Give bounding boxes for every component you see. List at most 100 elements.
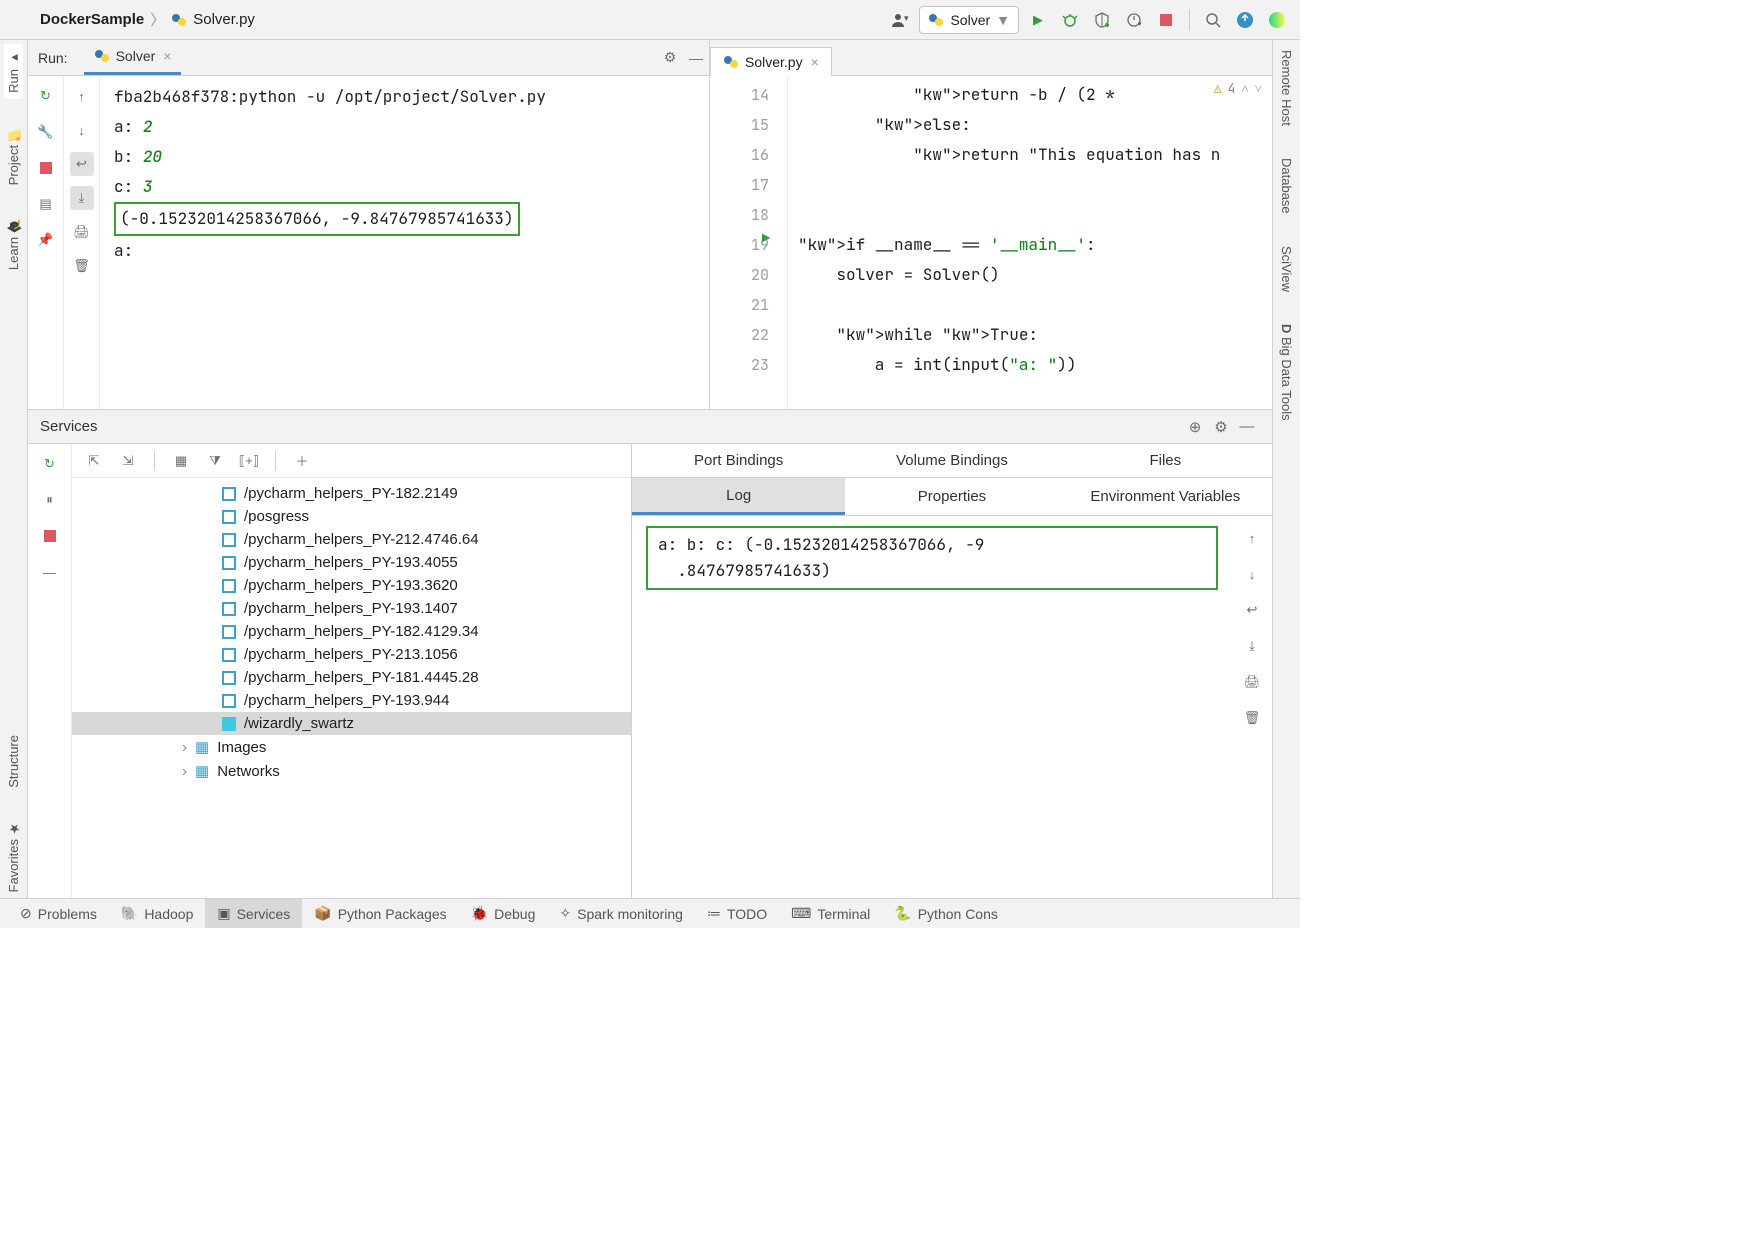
run-gutter-icon[interactable]: ▶ [762, 230, 770, 248]
wrap-icon[interactable]: ↩ [70, 152, 94, 176]
tab-volume-bindings[interactable]: Volume Bindings [845, 444, 1058, 477]
tree-container-item[interactable]: /pycharm_helpers_PY-193.3620 [72, 574, 631, 597]
tree-container-item[interactable]: /pycharm_helpers_PY-213.1056 [72, 643, 631, 666]
bottom-tab-python-packages[interactable]: 📦Python Packages [302, 899, 458, 928]
chevron-up-icon[interactable]: ˄ [1241, 80, 1248, 97]
trash-icon[interactable]: 🗑 [1240, 706, 1264, 730]
ide-icon[interactable] [1264, 7, 1290, 33]
down-icon[interactable]: ↓ [1240, 562, 1264, 586]
pin-icon[interactable]: 📌 [34, 228, 58, 252]
gear-icon[interactable]: ⚙ [1208, 414, 1234, 440]
tree-container-item[interactable]: /pycharm_helpers_PY-182.4129.34 [72, 620, 631, 643]
container-icon [222, 625, 236, 639]
trash-icon[interactable]: 🗑 [70, 254, 94, 278]
stop-icon[interactable] [34, 156, 58, 180]
bottom-tab-todo[interactable]: ≔TODO [695, 899, 779, 928]
tree-container-item[interactable]: /pycharm_helpers_PY-182.2149 [72, 482, 631, 505]
grid-icon[interactable]: ▦ [169, 449, 193, 473]
dropdown-icon: ▼ [996, 12, 1010, 28]
tree-category-item[interactable]: ›▦Networks [72, 759, 631, 783]
profile-button[interactable]: ▾ [1121, 7, 1147, 33]
chevron-down-icon[interactable]: ˅ [1255, 80, 1262, 97]
minimize-icon[interactable]: — [683, 45, 709, 71]
update-icon[interactable] [1232, 7, 1258, 33]
search-icon[interactable] [1200, 7, 1226, 33]
expand-icon[interactable]: ⇱ [82, 449, 106, 473]
console-output[interactable]: fba2b468f378:python -u /opt/project/Solv… [100, 76, 709, 409]
bottom-tab-spark-monitoring[interactable]: ✧Spark monitoring [547, 899, 695, 928]
bottom-tab-services[interactable]: ▣Services [205, 899, 302, 928]
stop-icon[interactable] [38, 524, 62, 548]
rerun-icon[interactable]: ↻ [34, 84, 58, 108]
down-icon[interactable]: ↓ [70, 118, 94, 142]
tab-env-vars[interactable]: Environment Variables [1059, 478, 1272, 515]
up-icon[interactable]: ↑ [1240, 526, 1264, 550]
minus-icon[interactable]: — [38, 560, 62, 584]
tree-category-item[interactable]: ›▦Images [72, 735, 631, 759]
minimize-icon[interactable]: — [1234, 414, 1260, 440]
tab-properties[interactable]: Properties [845, 478, 1058, 515]
side-tab-project[interactable]: Project📁 [4, 119, 23, 191]
side-tab-sciview[interactable]: SciView [1277, 240, 1296, 298]
layout-icon[interactable]: ▤ [34, 192, 58, 216]
bottom-tab-problems[interactable]: ⊘Problems [8, 899, 109, 928]
pause-icon[interactable]: ⏸ [38, 488, 62, 512]
tab-files[interactable]: Files [1059, 444, 1272, 477]
code-area[interactable]: "kw">return -b / (2 * "kw">else: "kw">re… [788, 76, 1272, 409]
print-icon[interactable]: 🖨 [1240, 670, 1264, 694]
tree-container-item[interactable]: /pycharm_helpers_PY-193.4055 [72, 551, 631, 574]
close-icon[interactable]: × [811, 54, 819, 70]
run-config-selector[interactable]: Solver ▼ [919, 6, 1019, 34]
tree-container-item[interactable]: /posgress [72, 505, 631, 528]
add-icon[interactable]: ＋ [290, 449, 314, 473]
tree-container-item[interactable]: /pycharm_helpers_PY-212.4746.64 [72, 528, 631, 551]
side-tab-learn[interactable]: Learn🎓 [4, 211, 23, 276]
target-icon[interactable]: ⊕ [1182, 414, 1208, 440]
services-tree[interactable]: /pycharm_helpers_PY-182.2149/posgress/py… [72, 478, 631, 898]
side-tab-remote-host[interactable]: Remote Host [1277, 44, 1296, 132]
tree-container-item[interactable]: /wizardly_swartz [72, 712, 631, 735]
tab-port-bindings[interactable]: Port Bindings [632, 444, 845, 477]
wrench-icon[interactable]: 🔧 [34, 120, 58, 144]
group-icon[interactable]: ⟦+⟧ [237, 449, 261, 473]
services-header: Services ⊕ ⚙ — [28, 410, 1272, 444]
console-line: c: 3 [114, 172, 695, 202]
up-icon[interactable]: ↑ [70, 84, 94, 108]
add-user-icon[interactable]: ▾ [887, 7, 913, 33]
bottom-tab-hadoop[interactable]: 🐘Hadoop [109, 899, 205, 928]
bottom-tab-python-cons[interactable]: 🐍Python Cons [882, 899, 1010, 928]
debug-button[interactable] [1057, 7, 1083, 33]
tree-container-item[interactable]: /pycharm_helpers_PY-193.944 [72, 689, 631, 712]
scroll-end-icon[interactable]: ⤓ [1240, 634, 1264, 658]
editor-tab[interactable]: Solver.py × [710, 47, 832, 76]
log-output[interactable]: a: b: c: (-0.15232014258367066, -9 .8476… [632, 516, 1232, 898]
editor-body[interactable]: 14151617181920212223 "kw">return -b / (2… [710, 76, 1272, 409]
scroll-end-icon[interactable]: ⤓ [70, 186, 94, 210]
editor: Solver.py × 14151617181920212223 "kw">re… [710, 40, 1272, 409]
tab-log[interactable]: Log [632, 478, 845, 515]
rerun-icon[interactable]: ↻ [38, 452, 62, 476]
collapse-icon[interactable]: ⇲ [116, 449, 140, 473]
wrap-icon[interactable]: ↩ [1240, 598, 1264, 622]
breadcrumb-project[interactable]: DockerSample [40, 11, 144, 28]
run-tab[interactable]: Solver × [84, 40, 182, 75]
tree-container-item[interactable]: /pycharm_helpers_PY-193.1407 [72, 597, 631, 620]
side-tab-big-data[interactable]: D Big Data Tools [1277, 318, 1296, 427]
side-tab-structure[interactable]: Structure [4, 729, 23, 794]
filter-icon[interactable]: ⧩ [203, 449, 227, 473]
tree-container-item[interactable]: /pycharm_helpers_PY-181.4445.28 [72, 666, 631, 689]
stop-button[interactable] [1153, 7, 1179, 33]
bottom-tab-terminal[interactable]: ⌨Terminal [779, 899, 882, 928]
gear-icon[interactable]: ⚙ [657, 45, 683, 71]
side-tab-favorites[interactable]: Favorites★ [4, 814, 23, 898]
print-icon[interactable]: 🖨 [70, 220, 94, 244]
coverage-button[interactable] [1089, 7, 1115, 33]
inspection-badges[interactable]: ⚠ 4 ˄ ˅ [1214, 80, 1262, 97]
svg-text:▾: ▾ [1138, 21, 1142, 28]
side-tab-database[interactable]: Database [1277, 152, 1296, 220]
bottom-tab-debug[interactable]: 🐞Debug [459, 899, 548, 928]
run-button[interactable]: ▶ [1025, 7, 1051, 33]
side-tab-run[interactable]: Run▸ [4, 44, 23, 99]
close-icon[interactable]: × [163, 48, 171, 64]
breadcrumb-file[interactable]: Solver.py [193, 11, 255, 28]
